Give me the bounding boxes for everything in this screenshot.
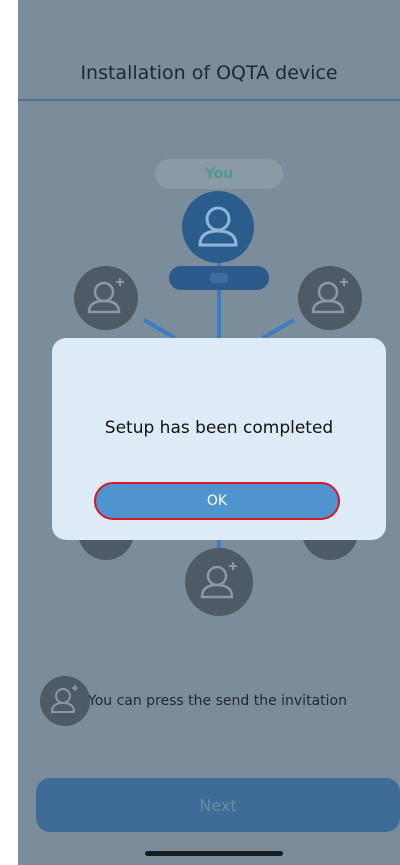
- connector-right-branch: [261, 318, 295, 340]
- user-icon: [198, 206, 238, 247]
- app-screen: Installation of OQTA device You You can …: [18, 0, 400, 865]
- home-indicator: [145, 851, 283, 856]
- connector-left-branch: [143, 318, 177, 340]
- hint-text: You can press the send the invitation: [88, 693, 347, 709]
- add-member-node-right[interactable]: [298, 266, 362, 330]
- completion-dialog: Setup has been completed OK: [52, 338, 386, 540]
- add-user-icon: [40, 676, 90, 726]
- user-name-bar: [169, 266, 269, 290]
- you-label: You: [155, 159, 283, 189]
- add-member-node-bottom[interactable]: [185, 548, 253, 616]
- add-member-node-left[interactable]: [74, 266, 138, 330]
- user-node[interactable]: [182, 191, 254, 263]
- ok-button[interactable]: OK: [94, 482, 340, 520]
- page-title: Installation of OQTA device: [80, 62, 338, 84]
- invite-hint: You can press the send the invitation: [40, 676, 347, 726]
- dialog-message: Setup has been completed: [104, 418, 334, 438]
- next-button[interactable]: Next: [36, 778, 400, 832]
- add-user-icon: [311, 278, 348, 314]
- header-divider: [18, 99, 400, 101]
- add-user-icon: [87, 278, 124, 314]
- add-user-icon: [200, 562, 237, 599]
- header: Installation of OQTA device: [18, 0, 400, 101]
